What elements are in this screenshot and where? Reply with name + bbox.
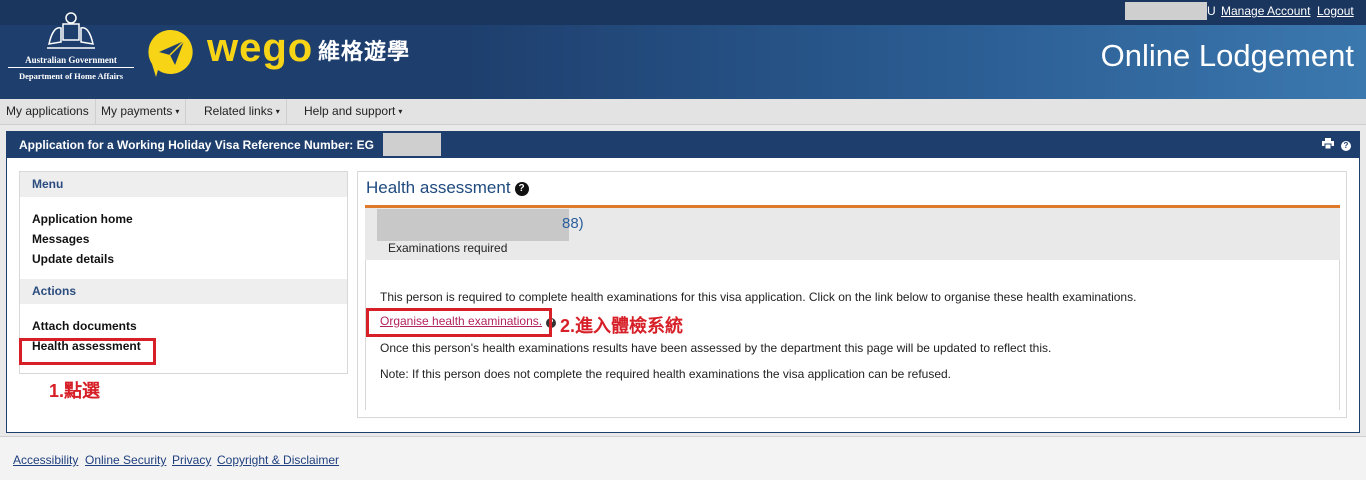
chevron-down-icon: ▾ xyxy=(275,107,280,116)
department-name: Department of Home Affairs xyxy=(18,71,124,81)
panel-title-bar: Application for a Working Holiday Visa R… xyxy=(7,132,1359,158)
organise-link-highlight xyxy=(366,308,552,337)
nav-my-payments[interactable]: My payments ▾ xyxy=(95,99,187,124)
nav-my-applications[interactable]: My applications xyxy=(0,99,96,124)
chevron-down-icon: ▾ xyxy=(175,107,180,116)
applicant-box: 88) Examinations required xyxy=(365,205,1340,260)
examination-status: Examinations required xyxy=(388,241,508,255)
nav-help-support[interactable]: Help and support ▾ xyxy=(298,99,408,124)
wego-chinese-name: 維格遊學 xyxy=(318,39,411,64)
site-footer: Accessibility Online Security Privacy Co… xyxy=(0,436,1366,480)
nav-related-links-label: Related links xyxy=(204,104,273,118)
sidebar-item-application-home[interactable]: Application home xyxy=(20,209,347,229)
username-suffix: U xyxy=(1207,4,1216,18)
panel-title: Application for a Working Holiday Visa R… xyxy=(19,138,374,152)
health-assessment-highlight xyxy=(19,338,156,365)
footer-accessibility-link[interactable]: Accessibility xyxy=(13,453,78,467)
health-assessment-content: Health assessment? 88) Examinations requ… xyxy=(357,171,1347,418)
wego-logo-icon xyxy=(148,29,193,77)
refusal-note-text: Note: If this person does not complete t… xyxy=(380,367,952,381)
site-header: Australian Government Department of Home… xyxy=(0,0,1366,99)
step2-annotation: 2.進入體檢系統 xyxy=(560,316,684,336)
content-title: Health assessment? xyxy=(366,178,529,198)
app-title: Online Lodgement xyxy=(1100,38,1354,73)
logout-link[interactable]: Logout xyxy=(1317,4,1354,18)
help-icon[interactable]: ? xyxy=(1341,141,1351,151)
main-nav: My applications My payments ▾ Related lin… xyxy=(0,99,1366,125)
nav-related-links[interactable]: Related links ▾ xyxy=(198,99,287,124)
chevron-down-icon: ▾ xyxy=(398,107,403,116)
instructions-text: This person is required to complete heal… xyxy=(380,290,1137,304)
panel-title-icons: ? xyxy=(1321,132,1351,158)
footer-online-security-link[interactable]: Online Security xyxy=(85,453,166,467)
step1-annotation: 1.點選 xyxy=(49,381,101,401)
nav-help-support-label: Help and support xyxy=(304,104,396,118)
redacted-reference xyxy=(383,133,441,156)
assessment-info-text: Once this person's health examinations r… xyxy=(380,341,1052,355)
content-title-text: Health assessment xyxy=(366,178,511,197)
sidebar-item-messages[interactable]: Messages xyxy=(20,229,347,249)
application-panel: Application for a Working Holiday Visa R… xyxy=(6,131,1360,433)
applicant-id-suffix: 88) xyxy=(562,215,584,232)
redacted-applicant-name xyxy=(377,209,569,241)
manage-account-link[interactable]: Manage Account xyxy=(1221,4,1310,18)
nav-my-applications-label: My applications xyxy=(6,104,89,118)
redacted-username xyxy=(1125,2,1207,20)
footer-privacy-link[interactable]: Privacy xyxy=(172,453,211,467)
government-logo: Australian Government Department of Home… xyxy=(8,10,134,90)
govt-name: Australian Government xyxy=(8,55,134,68)
nav-my-payments-label: My payments xyxy=(101,104,173,118)
help-icon[interactable]: ? xyxy=(514,182,529,196)
print-icon[interactable] xyxy=(1321,138,1334,150)
footer-copyright-link[interactable]: Copyright & Disclaimer xyxy=(217,453,339,467)
menu-heading: Menu xyxy=(20,172,347,197)
coat-of-arms-icon xyxy=(47,12,95,49)
sidebar-item-attach-documents[interactable]: Attach documents xyxy=(20,316,347,336)
actions-heading: Actions xyxy=(20,279,347,304)
menu-list: Application home Messages Update details xyxy=(20,197,347,279)
sidebar-item-update-details[interactable]: Update details xyxy=(20,249,347,269)
wego-brand: wego xyxy=(207,26,314,70)
